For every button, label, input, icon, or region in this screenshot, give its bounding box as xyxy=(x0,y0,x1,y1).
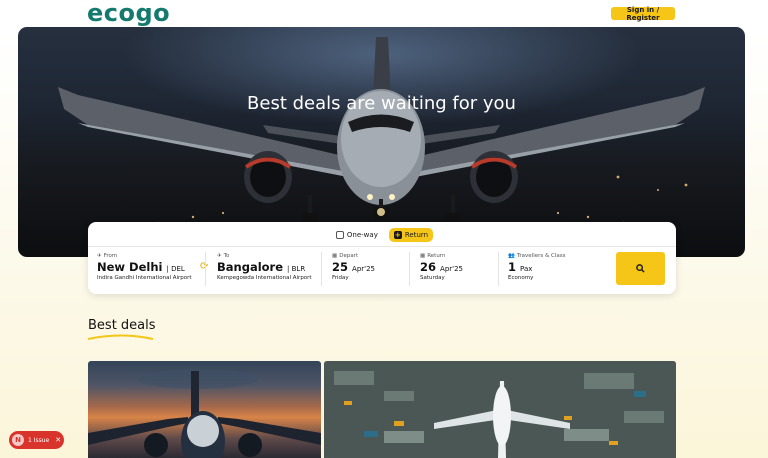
travellers-field[interactable]: 👥 Travellers & Class 1 Pax Economy xyxy=(508,253,566,281)
separator xyxy=(321,252,322,286)
return-field[interactable]: ▦ Return 26 Apr'25 Saturday xyxy=(420,253,463,281)
plane-landing-icon: ✈ xyxy=(217,253,222,259)
close-icon[interactable]: ✕ xyxy=(55,436,61,444)
return-month: Apr'25 xyxy=(440,265,463,273)
hero-title: Best deals are waiting for you xyxy=(247,93,516,114)
from-field[interactable]: ✈ From New Delhi | DEL Indira Gandhi Int… xyxy=(97,253,192,281)
one-way-label: One-way xyxy=(346,231,378,239)
heading-underline xyxy=(87,334,154,340)
calendar-icon: ▦ xyxy=(420,253,426,259)
to-label: To xyxy=(223,253,230,259)
deal-card[interactable] xyxy=(324,361,676,458)
return-weekday: Saturday xyxy=(420,275,445,281)
from-code: | DEL xyxy=(166,265,185,273)
users-icon: 👥 xyxy=(508,253,515,259)
return-label: Return xyxy=(404,231,429,239)
travellers-label: Travellers & Class xyxy=(516,253,566,259)
separator xyxy=(205,252,206,286)
return-option[interactable]: + Return xyxy=(388,228,434,242)
deal-image xyxy=(88,369,321,458)
travellers-unit: Pax xyxy=(520,265,533,273)
to-field[interactable]: ✈ To Bangalore | BLR Kempegowda Internat… xyxy=(217,253,312,281)
depart-field[interactable]: ▦ Depart 25 Apr'25 Friday xyxy=(332,253,375,281)
return-day: 26 xyxy=(420,260,437,274)
divider xyxy=(88,246,676,247)
from-label: From xyxy=(103,253,118,259)
return-checkbox[interactable]: + xyxy=(393,231,402,239)
trip-type-toggle: One-way + Return xyxy=(88,226,676,244)
separator xyxy=(409,252,410,286)
depart-label: Depart xyxy=(339,253,359,259)
depart-day: 25 xyxy=(332,260,349,274)
flight-search-card: One-way + Return ✈ From New Delhi | DEL … xyxy=(88,222,676,294)
deal-card[interactable] xyxy=(88,361,321,458)
calendar-icon: ▦ xyxy=(332,253,338,259)
logo[interactable]: ecogo xyxy=(87,0,170,26)
from-airport: Indira Gandhi International Airport xyxy=(97,275,192,281)
signin-register-button[interactable]: Sign in / Register xyxy=(611,6,675,22)
search-button[interactable] xyxy=(616,252,665,285)
one-way-checkbox[interactable] xyxy=(335,231,344,239)
plane-takeoff-icon: ✈ xyxy=(97,253,102,259)
separator xyxy=(498,252,499,286)
from-city: New Delhi xyxy=(97,260,163,274)
issues-badge[interactable]: N 1 Issue ✕ xyxy=(9,431,64,449)
to-city: Bangalore xyxy=(217,260,284,274)
best-deals-heading: Best deals xyxy=(88,318,156,333)
depart-weekday: Friday xyxy=(332,275,349,281)
depart-month: Apr'25 xyxy=(352,265,375,273)
return-date-label: Return xyxy=(427,253,446,259)
travel-class: Economy xyxy=(508,275,534,281)
to-code: | BLR xyxy=(287,265,306,273)
deal-image xyxy=(324,361,676,458)
travellers-count: 1 xyxy=(508,260,517,274)
search-icon xyxy=(636,264,645,273)
issue-label: 1 Issue xyxy=(28,436,50,444)
issue-avatar: N xyxy=(12,434,24,446)
to-airport: Kempegowda International Airport xyxy=(217,275,312,281)
one-way-option[interactable]: One-way xyxy=(331,228,383,242)
